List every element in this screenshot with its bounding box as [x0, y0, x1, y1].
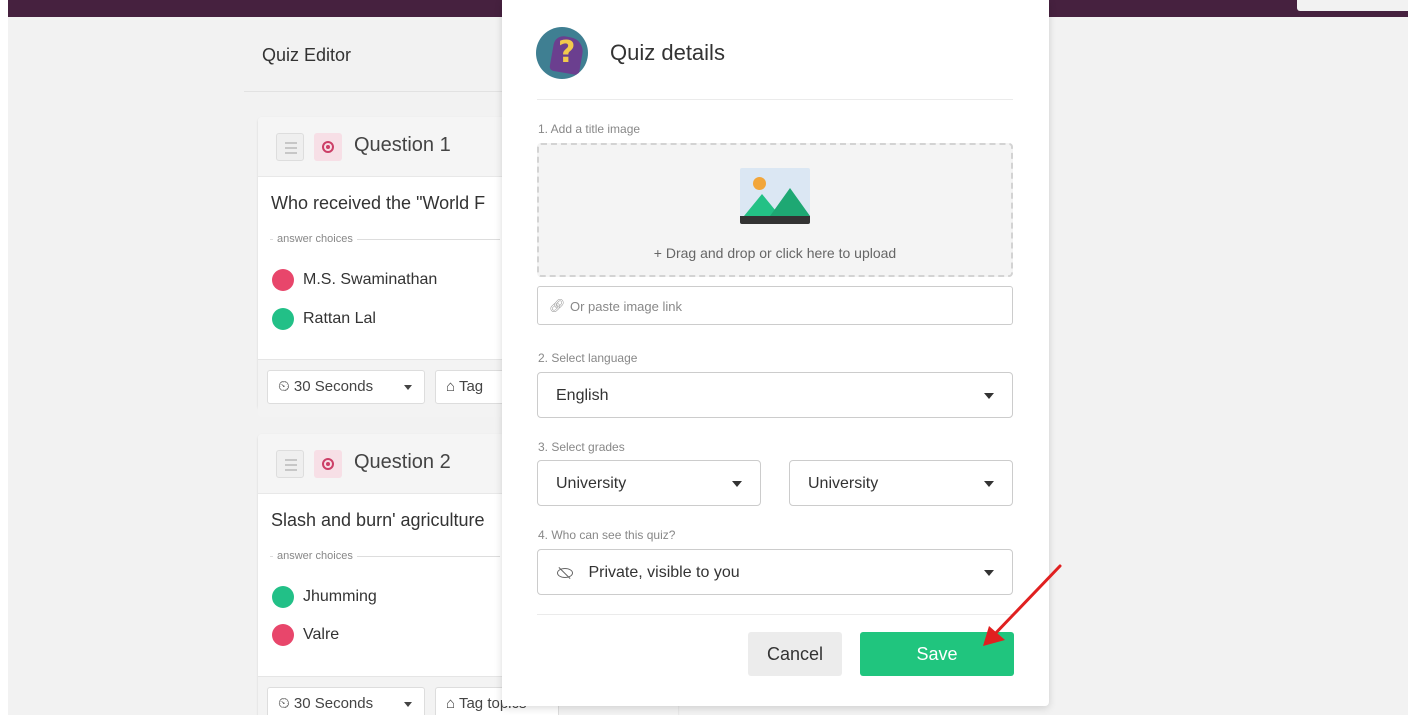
- step-visibility-label: 4. Who can see this quiz?: [538, 528, 676, 542]
- question-text: Who received the "World F: [271, 193, 486, 213]
- editor-title: Quiz Editor: [262, 45, 352, 65]
- modal-footer-divider: [537, 614, 1013, 615]
- step-grades-label: 3. Select grades: [538, 440, 625, 454]
- choice-text: Jhumming: [303, 588, 377, 606]
- correct-choice-dot: [272, 586, 294, 608]
- tag-icon: ⌂︎: [446, 695, 456, 712]
- answer-choices-label: answer choices: [273, 550, 357, 562]
- chevron-down-icon: [732, 481, 742, 487]
- answer-choices-label: answer choices: [273, 233, 357, 245]
- choice-text: Rattan Lal: [303, 310, 376, 328]
- chevron-down-icon: [404, 702, 412, 707]
- annotation-arrow: [983, 564, 1062, 646]
- question-label: Question 2: [354, 451, 451, 473]
- image-link-input[interactable]: [570, 295, 990, 317]
- mountain-shape: [770, 188, 810, 216]
- time-value: 30 Seconds: [293, 695, 374, 712]
- modal-title: Quiz details: [610, 40, 725, 65]
- quiz-logo-icon: [536, 27, 588, 79]
- question-text: Slash and burn' agriculture: [271, 510, 485, 530]
- language-value: English: [556, 387, 609, 404]
- chevron-down-icon: [984, 393, 994, 399]
- question-label: Question 1: [354, 134, 451, 156]
- grade-to-value: University: [808, 475, 879, 492]
- answer-choice: Valre: [272, 624, 339, 646]
- image-placeholder-icon: [740, 168, 810, 224]
- radio-target-icon: [314, 450, 342, 478]
- upload-instruction: + Drag and drop or click here to upload: [653, 245, 897, 261]
- step-title-image-label: 1. Add a title image: [538, 122, 641, 136]
- time-value: 30 Seconds: [293, 378, 374, 395]
- drag-handle-icon[interactable]: [276, 450, 304, 478]
- image-link-field[interactable]: 🔗︎: [537, 286, 1013, 325]
- drag-handle-icon[interactable]: [276, 133, 304, 161]
- choice-text: Valre: [303, 626, 340, 644]
- time-select[interactable]: ⏲︎ 30 Seconds: [267, 370, 425, 404]
- incorrect-choice-dot: [272, 269, 294, 291]
- chevron-down-icon: [404, 385, 412, 390]
- answer-choice: M.S. Swaminathan: [272, 269, 437, 291]
- cancel-button[interactable]: Cancel: [748, 632, 842, 676]
- top-bar-button[interactable]: [1297, 0, 1408, 11]
- quiz-details-modal: Quiz details 1. Add a title image + Drag…: [502, 0, 1049, 706]
- correct-choice-dot: [272, 308, 294, 330]
- tag-icon: ⌂︎: [446, 378, 456, 395]
- left-margin: [0, 0, 8, 715]
- answer-choice: Jhumming: [272, 586, 377, 608]
- clock-icon: ⏲︎: [278, 378, 290, 395]
- clock-icon: ⏲︎: [278, 695, 290, 712]
- eye-slash-icon: [556, 567, 574, 579]
- link-icon: 🔗︎: [549, 298, 566, 313]
- ground-shape: [740, 216, 810, 224]
- grade-from-dropdown[interactable]: University: [537, 460, 761, 506]
- grade-from-value: University: [556, 475, 627, 492]
- radio-target-icon: [314, 133, 342, 161]
- language-dropdown[interactable]: English: [537, 372, 1013, 418]
- incorrect-choice-dot: [272, 624, 294, 646]
- image-upload-dropzone[interactable]: + Drag and drop or click here to upload: [537, 143, 1013, 277]
- grade-to-dropdown[interactable]: University: [789, 460, 1013, 506]
- time-select[interactable]: ⏲︎ 30 Seconds: [267, 687, 425, 715]
- step-language-label: 2. Select language: [538, 351, 638, 365]
- modal-divider: [537, 99, 1013, 100]
- tag-label: Tag: [458, 378, 484, 395]
- chevron-down-icon: [984, 481, 994, 487]
- visibility-value: Private, visible to you: [588, 564, 740, 581]
- answer-choice: Rattan Lal: [272, 308, 376, 330]
- app-root: Quiz Editor Question 1 Who received the …: [0, 0, 1408, 715]
- visibility-dropdown[interactable]: Private, visible to you: [537, 549, 1013, 595]
- sun-shape: [753, 177, 766, 190]
- choice-text: M.S. Swaminathan: [303, 271, 438, 289]
